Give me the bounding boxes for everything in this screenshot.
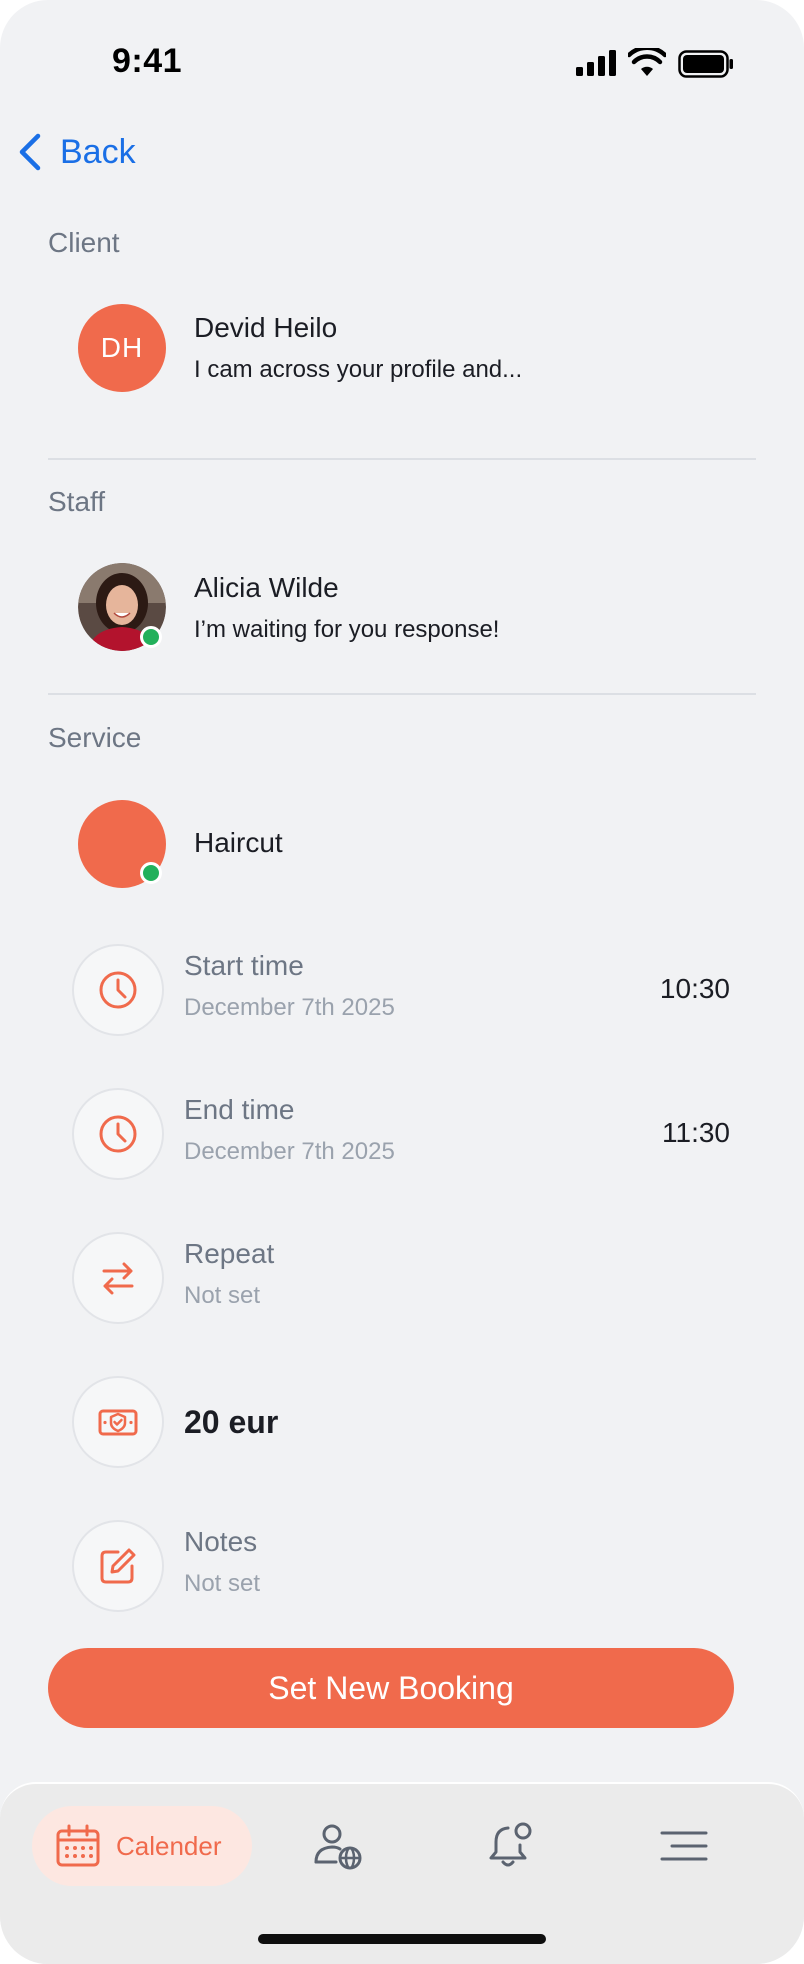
start-time-date: December 7th 2025 [184,994,395,1021]
repeat-value: Not set [184,1282,261,1309]
chevron-left-icon [19,133,41,171]
clock-icon [99,1115,137,1153]
home-indicator [258,1934,546,1944]
price-value: 20 eur [184,1404,279,1440]
staff-message-preview: I’m waiting for you response! [194,616,500,643]
staff-section-label: Staff [48,486,106,517]
end-time-date: December 7th 2025 [184,1138,395,1165]
set-new-booking-button[interactable]: Set New Booking [48,1648,734,1728]
cellular-signal-icon [576,50,616,76]
end-time-title: End time [184,1094,295,1125]
back-label: Back [60,132,136,171]
money-shield-icon [98,1409,138,1436]
client-message-preview: I cam across your profile and... [194,356,523,383]
repeat-arrows-icon [102,1262,134,1295]
divider [48,458,756,460]
client-globe-icon[interactable] [312,1820,364,1872]
edit-note-icon [100,1548,136,1584]
end-time-icon-wrap [72,1088,164,1180]
client-name: Devid Heilo [194,312,338,343]
notes-icon-wrap [72,1520,164,1612]
start-time-icon-wrap [72,944,164,1036]
service-name: Haircut [194,827,283,858]
staff-name: Alicia Wilde [194,572,339,603]
divider [48,693,756,695]
client-avatar: DH [78,304,166,392]
phone-screen: 9:41 Back Client DH Devid Heilo I cam ac… [0,0,804,1964]
client-section-label: Client [48,227,120,258]
menu-icon[interactable] [658,1820,710,1872]
tab-calendar[interactable]: Calender [32,1806,252,1886]
battery-icon [678,50,733,78]
calendar-icon [56,1824,100,1867]
service-section-label: Service [48,722,142,753]
start-time-value: 10:30 [659,973,730,1004]
tab-calendar-label: Calender [116,1830,222,1861]
end-time-value: 11:30 [662,1117,730,1148]
repeat-icon-wrap [72,1232,164,1324]
start-time-title: Start time [184,950,304,981]
repeat-title: Repeat [184,1238,275,1269]
notes-title: Notes [184,1526,258,1557]
service-status-indicator [140,862,162,884]
back-button[interactable]: Back [16,132,136,172]
clock-icon [99,971,137,1009]
status-time: 9:41 [112,42,183,80]
client-initials: DH [100,332,144,363]
price-icon-wrap [72,1376,164,1468]
wifi-icon [628,48,666,76]
notification-bell-icon[interactable] [484,1820,536,1872]
staff-online-indicator [140,626,162,648]
status-bar: 9:41 [0,0,804,120]
notes-value: Not set [184,1570,261,1597]
